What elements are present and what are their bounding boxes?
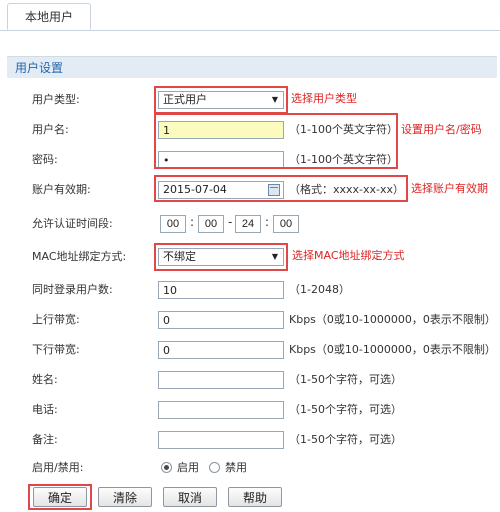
expiry-annotation: 选择账户有效期 [411, 182, 488, 195]
tab-bar: 本地用户 [0, 0, 500, 31]
highlight-box-credentials [154, 113, 398, 169]
auth-end-hour-input[interactable] [235, 215, 261, 233]
remark-input[interactable] [158, 431, 284, 449]
row-status: 启用/禁用: 启用 禁用 [0, 454, 500, 482]
concurrent-hint: （1-2048） [289, 283, 350, 296]
name-hint: （1-50个字符，可选） [289, 373, 402, 386]
time-colon: : [265, 215, 270, 229]
password-label: 密码: [32, 153, 58, 166]
download-input[interactable] [158, 341, 284, 359]
time-colon: : [190, 215, 195, 229]
concurrent-label: 同时登录用户数: [32, 283, 113, 296]
mac-bind-select[interactable]: 不绑定 ▼ [158, 248, 284, 266]
row-user-type: 用户类型: 正式用户 ▼ 选择用户类型 [0, 86, 500, 114]
row-phone: 电话: （1-50个字符，可选） [0, 396, 500, 424]
credentials-annotation: 设置用户名/密码 [401, 123, 482, 136]
upload-label: 上行带宽: [32, 313, 80, 326]
mac-bind-annotation: 选择MAC地址绑定方式 [292, 249, 405, 262]
name-input[interactable] [158, 371, 284, 389]
status-label: 启用/禁用: [32, 461, 84, 474]
phone-input[interactable] [158, 401, 284, 419]
row-name: 姓名: （1-50个字符，可选） [0, 366, 500, 394]
row-concurrent: 同时登录用户数: （1-2048） [0, 276, 500, 304]
enable-radio-label[interactable]: 启用 [177, 459, 199, 475]
phone-label: 电话: [32, 403, 58, 416]
remark-hint: （1-50个字符，可选） [289, 433, 402, 446]
user-type-select[interactable]: 正式用户 ▼ [158, 91, 284, 109]
row-download: 下行带宽: Kbps（0或10-1000000，0表示不限制） [0, 336, 500, 364]
section-title: 用户设置 [7, 56, 497, 78]
row-mac-bind: MAC地址绑定方式: 不绑定 ▼ 选择MAC地址绑定方式 [0, 243, 500, 271]
auth-start-hour-input[interactable] [160, 215, 186, 233]
tab-local-users[interactable]: 本地用户 [7, 3, 91, 30]
auth-end-minute-input[interactable] [273, 215, 299, 233]
expiry-label: 账户有效期: [32, 183, 91, 196]
disable-radio-label[interactable]: 禁用 [225, 459, 247, 475]
clear-button[interactable]: 清除 [98, 487, 152, 507]
username-label: 用户名: [32, 123, 69, 136]
row-remark: 备注: （1-50个字符，可选） [0, 426, 500, 454]
download-hint: Kbps（0或10-1000000，0表示不限制） [289, 343, 496, 356]
help-button[interactable]: 帮助 [228, 487, 282, 507]
cancel-button[interactable]: 取消 [163, 487, 217, 507]
concurrent-input[interactable] [158, 281, 284, 299]
row-auth-time: 允许认证时间段: : - : [0, 210, 500, 238]
user-type-annotation: 选择用户类型 [291, 92, 357, 105]
highlight-box-expiry [154, 175, 408, 202]
chevron-down-icon: ▼ [271, 252, 278, 261]
auth-time-label: 允许认证时间段: [32, 217, 113, 230]
row-upload: 上行带宽: Kbps（0或10-1000000，0表示不限制） [0, 306, 500, 334]
auth-start-minute-input[interactable] [198, 215, 224, 233]
confirm-button[interactable]: 确定 [33, 487, 87, 507]
mac-bind-value: 不绑定 [163, 250, 196, 263]
enable-radio[interactable] [161, 462, 172, 473]
user-type-label: 用户类型: [32, 93, 80, 106]
name-label: 姓名: [32, 373, 58, 386]
upload-input[interactable] [158, 311, 284, 329]
remark-label: 备注: [32, 433, 58, 446]
time-dash: - [228, 215, 233, 229]
phone-hint: （1-50个字符，可选） [289, 403, 402, 416]
user-type-value: 正式用户 [163, 93, 207, 106]
upload-hint: Kbps（0或10-1000000，0表示不限制） [289, 313, 496, 326]
disable-radio[interactable] [209, 462, 220, 473]
mac-bind-label: MAC地址绑定方式: [32, 250, 127, 263]
download-label: 下行带宽: [32, 343, 80, 356]
chevron-down-icon: ▼ [271, 95, 278, 104]
